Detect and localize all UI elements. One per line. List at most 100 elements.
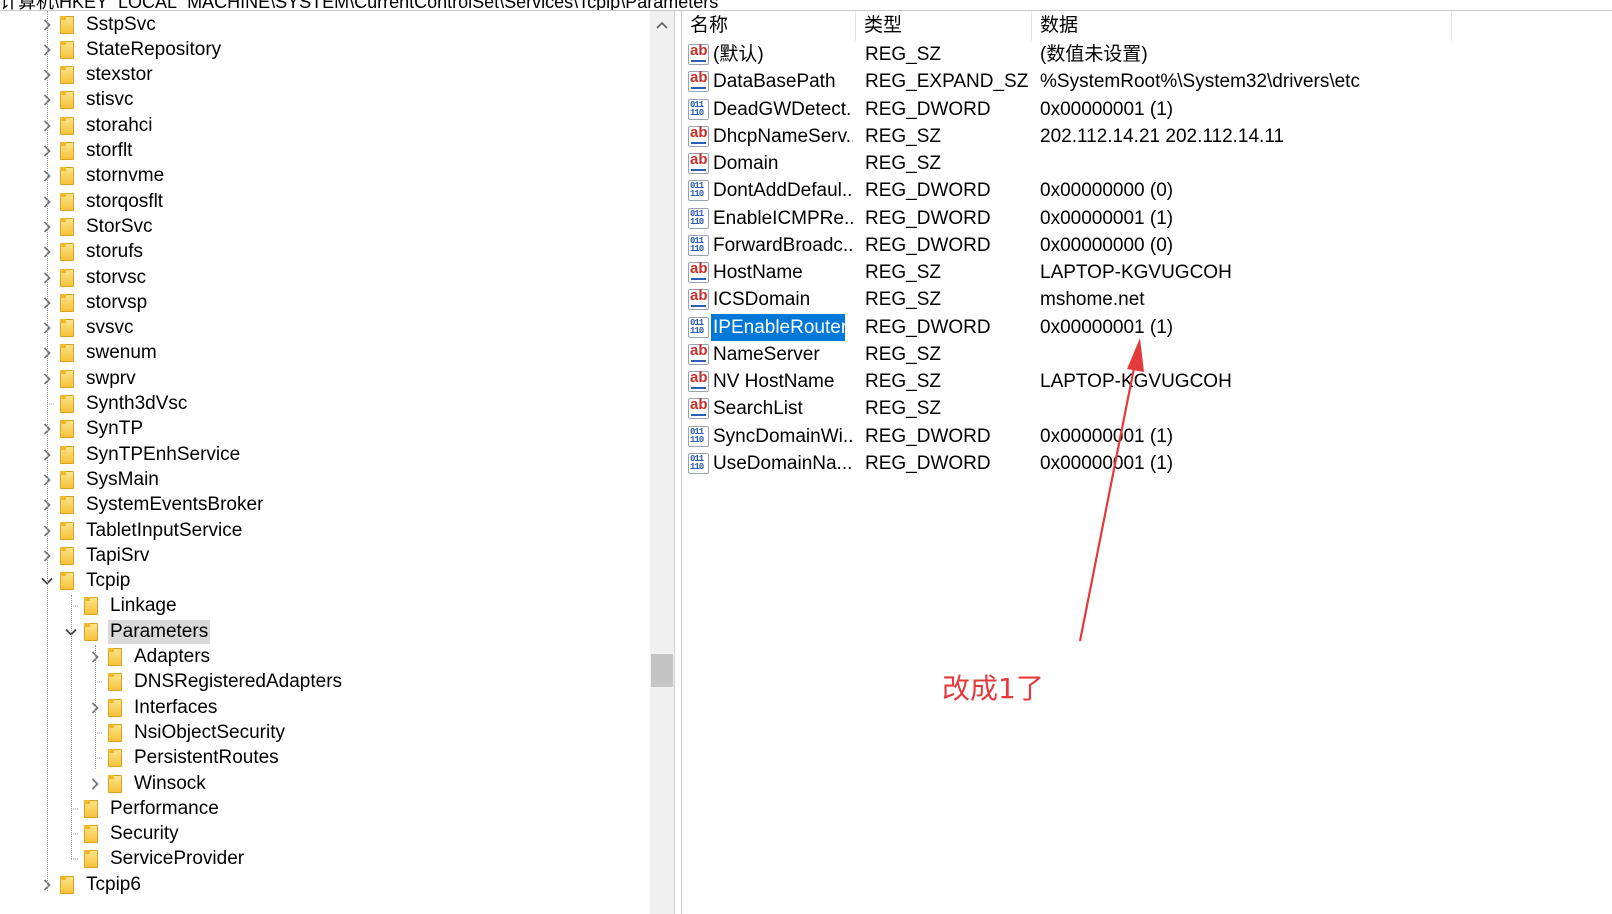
tree-scrollbar[interactable] <box>650 11 674 914</box>
value-type: REG_SZ <box>865 153 942 174</box>
value-data: 0x00000001 (1) <box>1040 425 1174 447</box>
tree-item[interactable]: stexstor <box>40 63 155 88</box>
tree-item-label: storqosflt <box>86 190 164 212</box>
value-row[interactable]: 011 110 IPEnableRouter REG_DWORD 0x00000001 … <box>682 313 1612 341</box>
tree-item[interactable]: DNSRegisteredAdapters <box>88 670 344 695</box>
value-name: HostName <box>713 262 803 283</box>
pane-splitter[interactable] <box>674 11 682 914</box>
value-data: LAPTOP-KGVUGCOH <box>1040 371 1232 392</box>
registry-tree[interactable]: SstpSvc StateRepository stexstor stisvc stor… <box>0 11 650 914</box>
value-row[interactable]: ab Domain REG_SZ <box>682 150 1612 177</box>
tree-item[interactable]: SynTP <box>40 417 145 442</box>
folder-icon <box>84 597 98 616</box>
tree-item[interactable]: stornvme <box>40 164 166 189</box>
folder-icon <box>60 15 74 34</box>
tree-item[interactable]: storflt <box>40 139 134 164</box>
chevron-right-icon[interactable] <box>88 774 102 794</box>
value-row[interactable]: ab NameServer REG_SZ <box>682 341 1612 368</box>
tree-item[interactable]: Security <box>64 822 181 847</box>
string-value-icon: ab <box>688 124 709 147</box>
tree-item-label: SstpSvc <box>86 13 156 35</box>
value-row[interactable]: ab ICSDomain REG_SZ mshome.net <box>682 286 1612 313</box>
tree-item[interactable]: storahci <box>40 113 155 138</box>
folder-icon <box>60 546 74 565</box>
value-type: REG_DWORD <box>865 207 991 229</box>
tree-item[interactable]: storufs <box>40 240 145 265</box>
value-type: REG_SZ <box>865 289 942 311</box>
string-value-icon: ab <box>688 342 709 365</box>
column-header-name[interactable]: 名称 <box>682 11 856 41</box>
tree-item-label: ServiceProvider <box>110 848 245 870</box>
value-row[interactable]: 011 110 ForwardBroadc... REG_DWORD 0x0000000… <box>682 232 1612 259</box>
tree-item[interactable]: SstpSvc <box>40 12 158 37</box>
tree-item-label: stisvc <box>86 89 134 111</box>
column-header-name-label: 名称 <box>690 15 729 36</box>
value-data: 0x00000001 (1) <box>1040 452 1174 474</box>
folder-icon <box>108 673 122 692</box>
tree-item-label: StorSvc <box>86 215 153 237</box>
tree-item-label: Tcpip6 <box>86 873 141 895</box>
tree-item[interactable]: TapiSrv <box>40 543 151 568</box>
value-name: DeadGWDetect... <box>713 98 853 120</box>
folder-icon <box>60 243 74 262</box>
tree-item[interactable]: swprv <box>40 366 138 391</box>
value-row[interactable]: ab HostName REG_SZ LAPTOP-KGVUGCOH <box>682 259 1612 286</box>
column-header-type[interactable]: 类型 <box>856 11 1032 41</box>
tree-item-label: stexstor <box>86 64 153 86</box>
tree-item[interactable]: storvsp <box>40 290 149 315</box>
value-type: REG_SZ <box>865 371 942 392</box>
tree-item[interactable]: swenum <box>40 341 159 366</box>
address-bar[interactable]: 计算机\HKEY_LOCAL_MACHINE\SYSTEM\CurrentCon… <box>0 0 1612 11</box>
tree-item[interactable]: svsvc <box>40 316 136 341</box>
scroll-up-arrow-icon[interactable] <box>650 15 674 35</box>
value-data: %SystemRoot%\System32\drivers\etc <box>1040 71 1360 93</box>
string-value-icon: ab <box>688 69 709 93</box>
tree-item[interactable]: SysMain <box>40 467 161 492</box>
value-row[interactable]: ab DhcpNameServ... REG_SZ 202.112.14.21 202… <box>682 123 1612 150</box>
folder-icon <box>60 344 74 363</box>
tree-item[interactable]: Performance <box>64 796 221 821</box>
value-row[interactable]: 011 110 UseDomainNa... REG_DWORD 0x00000001 … <box>682 450 1612 477</box>
value-row[interactable]: 011 110 EnableICMPRe... REG_DWORD 0x00000001… <box>682 205 1612 232</box>
string-value-icon: ab <box>688 369 709 392</box>
value-row[interactable]: 011 110 DontAddDefaul... REG_DWORD 0x0000000… <box>682 177 1612 204</box>
tree-item[interactable]: PersistentRoutes <box>88 746 281 771</box>
tree-item[interactable]: Tcpip <box>40 569 132 594</box>
value-row[interactable]: ab NV HostName REG_SZ LAPTOP-KGVUGCOH <box>682 368 1612 395</box>
value-row[interactable]: ab DataBasePath REG_EXPAND_SZ %SystemRoot%\… <box>682 68 1612 95</box>
folder-icon <box>108 774 122 793</box>
tree-item[interactable]: Parameters <box>64 619 211 644</box>
column-header-data[interactable]: 数据 <box>1032 11 1452 41</box>
tree-item[interactable]: Adapters <box>88 645 212 670</box>
tree-item[interactable]: ServiceProvider <box>64 847 246 872</box>
tree-item[interactable]: SynTPEnhService <box>40 442 242 467</box>
value-row[interactable]: 011 110 SyncDomainWi... REG_DWORD 0x00000001… <box>682 423 1612 450</box>
tree-item[interactable]: stisvc <box>40 88 136 113</box>
value-name: UseDomainNa... <box>713 452 853 474</box>
tree-item[interactable]: SystemEventsBroker <box>40 493 265 518</box>
value-data <box>1040 395 1600 422</box>
value-name: SearchList <box>713 398 803 420</box>
value-row[interactable]: 011 110 DeadGWDetect... REG_DWORD 0x00000001… <box>682 96 1612 123</box>
value-type: REG_DWORD <box>865 316 991 338</box>
tree-item[interactable]: Linkage <box>64 594 179 619</box>
tree-item[interactable]: Interfaces <box>88 695 219 720</box>
scrollbar-thumb[interactable] <box>651 654 673 687</box>
tree-item[interactable]: NsiObjectSecurity <box>88 720 287 745</box>
tree-item[interactable]: StateRepository <box>40 37 223 62</box>
tree-item-label: stornvme <box>86 165 165 187</box>
value-row[interactable]: ab SearchList REG_SZ <box>682 395 1612 422</box>
tree-item[interactable]: storqosflt <box>40 189 165 214</box>
tree-item[interactable]: TabletInputService <box>40 518 244 543</box>
value-data: mshome.net <box>1040 289 1145 311</box>
folder-icon <box>108 648 122 666</box>
value-row[interactable]: ab (默认) REG_SZ (数值未设置) <box>682 41 1612 68</box>
tree-item[interactable]: storvsc <box>40 265 148 290</box>
folder-icon <box>108 723 122 742</box>
tree-item[interactable]: StorSvc <box>40 214 155 239</box>
tree-item-label: NsiObjectSecurity <box>134 721 285 743</box>
tree-item[interactable]: Synth3dVsc <box>40 392 189 417</box>
value-type: REG_DWORD <box>865 98 991 120</box>
tree-item[interactable]: Winsock <box>88 771 208 796</box>
tree-item[interactable]: Tcpip6 <box>40 872 143 897</box>
